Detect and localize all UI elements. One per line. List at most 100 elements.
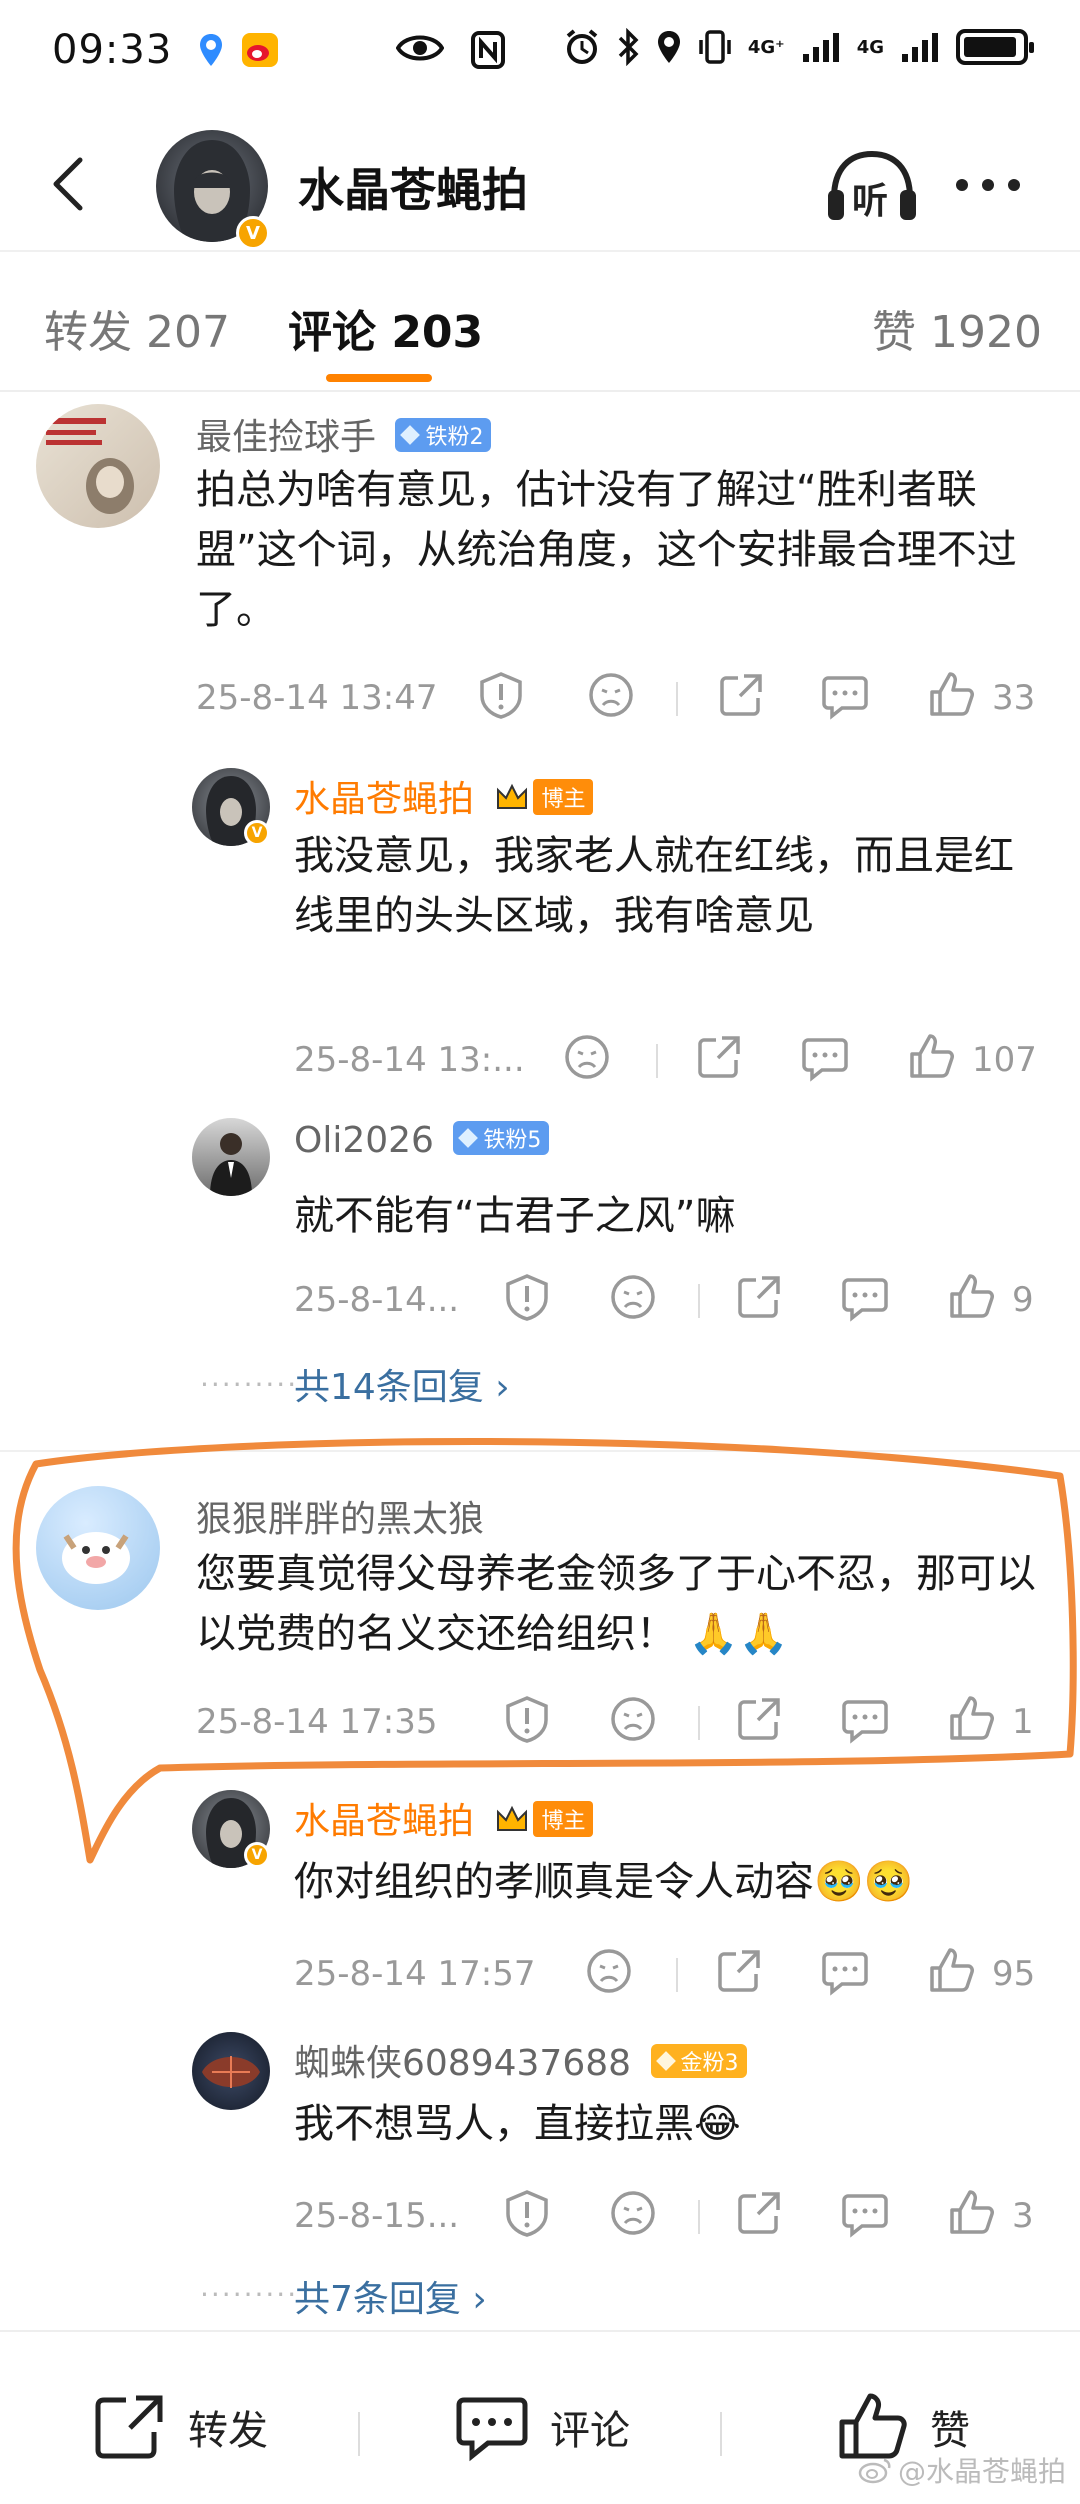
like-count: 95 [992, 1954, 1036, 1994]
tab-repost[interactable]: 转发 207 [44, 296, 230, 360]
signal-icon [802, 33, 839, 62]
share-icon[interactable] [734, 2188, 784, 2238]
dislike-face-icon[interactable] [608, 1272, 658, 1322]
reply-icon[interactable] [820, 670, 870, 720]
comment-timestamp: 25-8-14 13:47 [196, 678, 438, 718]
comment-text: 您要真觉得父母养老金领多了于心不忍，那可以以党费的名义交还给组织！ 🙏🙏 [196, 1551, 1036, 1657]
fan-badge: 金粉3 [650, 2044, 747, 2078]
alarm-icon [566, 29, 598, 64]
like-thumb-icon[interactable] [946, 2188, 996, 2238]
listen-label: 听 [852, 181, 889, 222]
like-thumb-icon[interactable] [926, 1946, 976, 1996]
emoji: 😂 [694, 2101, 741, 2147]
reply-icon[interactable] [820, 1946, 870, 1996]
reply-actions: 25-8-15... 3 [294, 2188, 1046, 2248]
report-icon[interactable] [502, 2188, 552, 2238]
weibo-logo-icon [858, 2458, 891, 2484]
comment-timestamp: 25-8-14 17:35 [196, 1702, 438, 1742]
like-count: 3 [1012, 2196, 1034, 2236]
reply-author-name[interactable]: 蜘蛛侠6089437688 [294, 2043, 631, 2084]
more-replies-link[interactable]: 共7条回复 › [294, 2270, 487, 2322]
reply-icon[interactable] [840, 1272, 890, 1322]
tab-comments[interactable]: 评论 203 [288, 296, 483, 360]
status-bar: 09:33 4G⁺ 4G [0, 0, 1080, 100]
status-time: 09:33 [52, 27, 173, 73]
bottom-action-bar: 转发 评论 赞 @水晶苍蝇拍 [0, 2330, 1080, 2504]
blogger-badge: 博主 [495, 779, 594, 815]
report-icon[interactable] [502, 1272, 552, 1322]
fan-badge: 铁粉2 [395, 418, 492, 452]
crown-icon [497, 783, 528, 809]
reply-avatar[interactable] [192, 2032, 270, 2110]
listen-button[interactable]: 听 [826, 148, 918, 224]
reply-avatar[interactable] [192, 1118, 270, 1196]
reply-actions: 25-8-14 17:57 95 [294, 1946, 1046, 2006]
reply-actions: 25-8-14 13:... 107 [294, 1032, 1046, 1092]
reply-icon[interactable] [840, 2188, 890, 2238]
battery-icon [956, 29, 1034, 65]
dislike-face-icon[interactable] [562, 1032, 612, 1082]
reply-timestamp: 25-8-14 17:57 [294, 1954, 536, 1994]
share-icon[interactable] [694, 1032, 744, 1082]
comment-actions: 25-8-14 17:35 1 [196, 1694, 1046, 1754]
report-icon[interactable] [502, 1694, 552, 1744]
like-thumb-icon[interactable] [926, 670, 976, 720]
active-tab-indicator [326, 374, 432, 382]
comment-icon [456, 2397, 528, 2462]
eye-icon [396, 35, 444, 61]
reply-author-name[interactable]: Oli2026 [294, 1120, 434, 1161]
comment-button[interactable]: 评论 [454, 2392, 630, 2462]
comment-text: 拍总为啥有意见，估计没有了解过“胜利者联盟”这个词，从统治角度，这个安排最合理不… [196, 467, 1017, 633]
report-icon[interactable] [476, 670, 526, 720]
dislike-face-icon[interactable] [584, 1946, 634, 1996]
reply-timestamp: 25-8-14... [294, 1280, 460, 1320]
more-replies-link[interactable]: 共14条回复 › [294, 1358, 510, 1410]
back-arrow-icon[interactable] [40, 152, 104, 216]
commenter-name[interactable]: 最佳捡球手 [196, 417, 376, 458]
commenter-name[interactable]: 狠狠胖胖的黑太狼 [196, 1499, 484, 1540]
reply-author-name[interactable]: 水晶苍蝇拍 [294, 779, 474, 820]
share-icon[interactable] [714, 1946, 764, 1996]
like-thumb-icon[interactable] [906, 1032, 956, 1082]
nfc-icon [471, 31, 505, 69]
dislike-face-icon[interactable] [608, 1694, 658, 1744]
detail-tabs: 转发 207 评论 203 赞 1920 [0, 250, 1080, 390]
location-icon [657, 31, 680, 63]
like-thumb-icon[interactable] [946, 1694, 996, 1744]
like-thumb-icon[interactable] [946, 1272, 996, 1322]
verified-badge-icon: V [244, 1842, 270, 1868]
like-count: 107 [972, 1040, 1037, 1080]
reply-timestamp: 25-8-14 13:... [294, 1040, 525, 1080]
location-pin-icon [200, 34, 223, 66]
share-icon[interactable] [734, 1272, 784, 1322]
commenter-avatar[interactable] [36, 404, 160, 528]
tab-likes[interactable]: 赞 1920 [872, 296, 1042, 360]
reply-icon[interactable] [800, 1032, 850, 1082]
emoji: 🥹🥹 [814, 1859, 914, 1905]
signal-icon-2 [902, 33, 938, 62]
reply-actions: 25-8-14... 9 [294, 1272, 1046, 1332]
fan-badge: 铁粉5 [453, 1121, 550, 1155]
reply-icon[interactable] [840, 1694, 890, 1744]
profile-header: V 水晶苍蝇拍 听 [0, 120, 1080, 250]
crown-icon [497, 1805, 528, 1831]
verified-badge-icon: V [244, 820, 270, 846]
like-count: 1 [1012, 1702, 1034, 1742]
reply-text: 我不想骂人，直接拉黑😂 [294, 2101, 741, 2147]
repost-button[interactable]: 转发 [92, 2392, 268, 2462]
reply-author-name[interactable]: 水晶苍蝇拍 [294, 1801, 474, 1842]
dislike-face-icon[interactable] [586, 670, 636, 720]
share-icon[interactable] [734, 1694, 784, 1744]
more-options-icon[interactable] [956, 170, 1028, 200]
emoji: 🙏🙏 [688, 1611, 789, 1657]
dislike-face-icon[interactable] [608, 2188, 658, 2238]
comment-actions: 25-8-14 13:47 33 [196, 670, 1046, 730]
share-icon[interactable] [716, 670, 766, 720]
reply-timestamp: 25-8-15... [294, 2196, 460, 2236]
verified-badge-icon: V [236, 216, 270, 250]
network-type-2: 4G [856, 36, 884, 58]
reply-text: 你对组织的孝顺真是令人动容🥹🥹 [294, 1859, 914, 1905]
reply-text: 我没意见，我家老人就在红线，而且是红线里的头头区域，我有啥意见 [294, 833, 1014, 939]
commenter-avatar[interactable] [36, 1486, 160, 1610]
watermark: @水晶苍蝇拍 [858, 2450, 1066, 2490]
